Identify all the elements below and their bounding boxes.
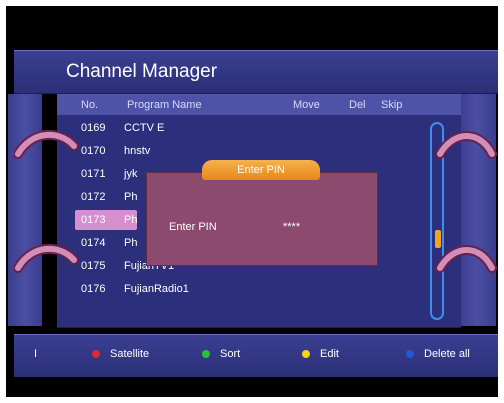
channel-row[interactable]: 0176 FujianRadio1 (57, 278, 427, 300)
column-header-no: No. (81, 99, 99, 111)
channel-name: CCTV E (124, 122, 165, 134)
pin-dialog-title: Enter PIN (202, 160, 320, 180)
yellow-dot-icon (302, 350, 310, 359)
channel-name: jyk (124, 168, 138, 180)
sort-key-label: Sort (220, 348, 241, 360)
pin-dialog: Enter PIN **** (146, 172, 378, 266)
channel-number: 0172 (81, 191, 106, 203)
right-arrow-icon (436, 245, 497, 273)
channel-name: Ph (124, 237, 138, 249)
green-dot-icon (202, 350, 210, 359)
page-title: Channel Manager (66, 61, 218, 82)
column-headers: No. Program Name Move Del Skip (57, 95, 461, 115)
header-bar: Channel Manager (14, 50, 498, 94)
left-arrow-icon (436, 131, 497, 159)
edit-key-button[interactable]: Edit (302, 348, 339, 360)
delete-all-key-button[interactable]: Delete all (406, 348, 470, 360)
channel-number: 0169 (81, 122, 106, 134)
satellite-key-label: Satellite (110, 348, 150, 360)
pin-label: Enter PIN (169, 221, 217, 233)
blue-dot-icon (406, 350, 414, 359)
channel-number: 0173 (81, 214, 106, 226)
footer-bar: I Satellite Sort Edit Delete all (14, 334, 498, 377)
column-header-del: Del (349, 99, 366, 111)
down-arrow-icon (14, 243, 79, 273)
channel-name: Ph (124, 214, 138, 226)
satellite-key-button[interactable]: Satellite (92, 348, 149, 360)
pin-input[interactable]: **** (283, 221, 300, 233)
footer-marker: I (34, 348, 38, 360)
tv-screen: Channel Manager No. Program Name Move De… (6, 6, 498, 397)
channel-number: 0175 (81, 260, 106, 272)
channel-number: 0174 (81, 237, 106, 249)
channel-number: 0170 (81, 145, 106, 157)
edit-key-label: Edit (320, 348, 339, 360)
channel-name: Ph (124, 191, 138, 203)
channel-row[interactable]: 0169 CCTV E (57, 117, 427, 139)
column-header-skip: Skip (381, 99, 403, 111)
column-header-move: Move (293, 99, 320, 111)
delete-all-key-label: Delete all (424, 348, 470, 360)
column-header-program-name: Program Name (127, 99, 202, 111)
channel-number: 0176 (81, 283, 106, 295)
red-dot-icon (92, 350, 100, 359)
channel-name: FujianRadio1 (124, 283, 189, 295)
channel-number: 0171 (81, 168, 106, 180)
sort-key-button[interactable]: Sort (202, 348, 240, 360)
up-arrow-icon (14, 129, 79, 159)
channel-row[interactable]: 0170 hnstv (57, 140, 427, 162)
channel-name: hnstv (124, 145, 151, 157)
